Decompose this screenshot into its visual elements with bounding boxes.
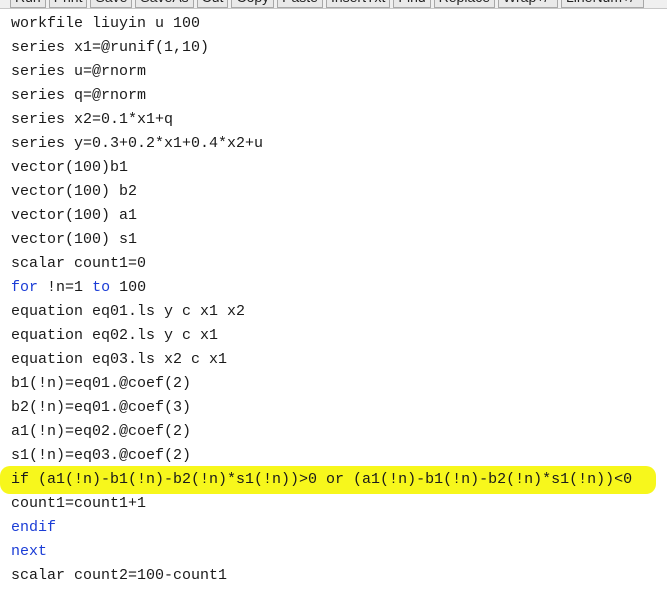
keyword-token: next — [11, 543, 48, 560]
toolbar-button-save[interactable]: Save — [90, 0, 133, 8]
code-line[interactable]: series q=@rnorm — [11, 84, 146, 108]
toolbar-button-saveas[interactable]: SaveAs — [135, 0, 194, 8]
code-line[interactable]: equation eq03.ls x2 c x1 — [11, 348, 227, 372]
toolbar-button-copy[interactable]: Copy — [231, 0, 275, 8]
toolbar-button-run[interactable]: Run — [10, 0, 46, 8]
code-line[interactable]: series x1=@runif(1,10) — [11, 36, 209, 60]
toolbar-button-paste[interactable]: Paste — [277, 0, 323, 8]
code-line[interactable]: series x2=0.1*x1+q — [11, 108, 173, 132]
code-line[interactable]: for !n=1 to 100 — [11, 276, 146, 300]
code-line[interactable]: vector(100) a1 — [11, 204, 137, 228]
toolbar-button-find[interactable]: Find — [393, 0, 431, 8]
toolbar-button-linenum[interactable]: LineNum+/- — [560, 0, 644, 8]
code-line[interactable]: scalar count1=0 — [11, 252, 146, 276]
code-line[interactable]: endif — [11, 516, 56, 540]
code-line[interactable]: equation eq01.ls y c x1 x2 — [11, 300, 245, 324]
toolbar-button-cut[interactable]: Cut — [196, 0, 229, 8]
code-line[interactable]: count1=count1+1 — [11, 492, 146, 516]
keyword-token: for — [11, 279, 39, 296]
toolbar-button-wrap[interactable]: Wrap+/- — [498, 0, 558, 8]
code-line[interactable]: series y=0.3+0.2*x1+0.4*x2+u — [11, 132, 263, 156]
code-line[interactable]: equation eq02.ls y c x1 — [11, 324, 218, 348]
code-line[interactable]: b1(!n)=eq01.@coef(2) — [11, 372, 191, 396]
toolbar-button-replace[interactable]: Replace — [433, 0, 496, 8]
keyword-token: endif — [11, 519, 57, 536]
code-line[interactable]: scalar count2=100-count1 — [11, 564, 227, 588]
code-line[interactable]: if (a1(!n)-b1(!n)-b2(!n)*s1(!n))>0 or (a… — [11, 468, 632, 492]
code-line[interactable]: a1(!n)=eq02.@coef(2) — [11, 420, 191, 444]
toolbar-button-inserttxt[interactable]: InsertTxt — [325, 0, 391, 8]
code-line[interactable]: next — [11, 540, 47, 564]
code-line[interactable]: vector(100) b2 — [11, 180, 137, 204]
toolbar-button-print[interactable]: Print — [48, 0, 88, 8]
code-line[interactable]: b2(!n)=eq01.@coef(3) — [11, 396, 191, 420]
code-line[interactable]: vector(100)b1 — [11, 156, 128, 180]
code-line[interactable]: workfile liuyin u 100 — [11, 12, 200, 36]
code-line[interactable]: series u=@rnorm — [11, 60, 146, 84]
keyword-token: to — [92, 279, 111, 296]
code-line[interactable]: s1(!n)=eq03.@coef(2) — [11, 444, 191, 468]
code-line[interactable]: vector(100) s1 — [11, 228, 137, 252]
program-editor[interactable]: workfile liuyin u 100 series x1=@runif(1,… — [0, 12, 667, 594]
editor-toolbar: RunPrintSaveSaveAsCutCopyPasteInsertTxtF… — [0, 0, 667, 9]
